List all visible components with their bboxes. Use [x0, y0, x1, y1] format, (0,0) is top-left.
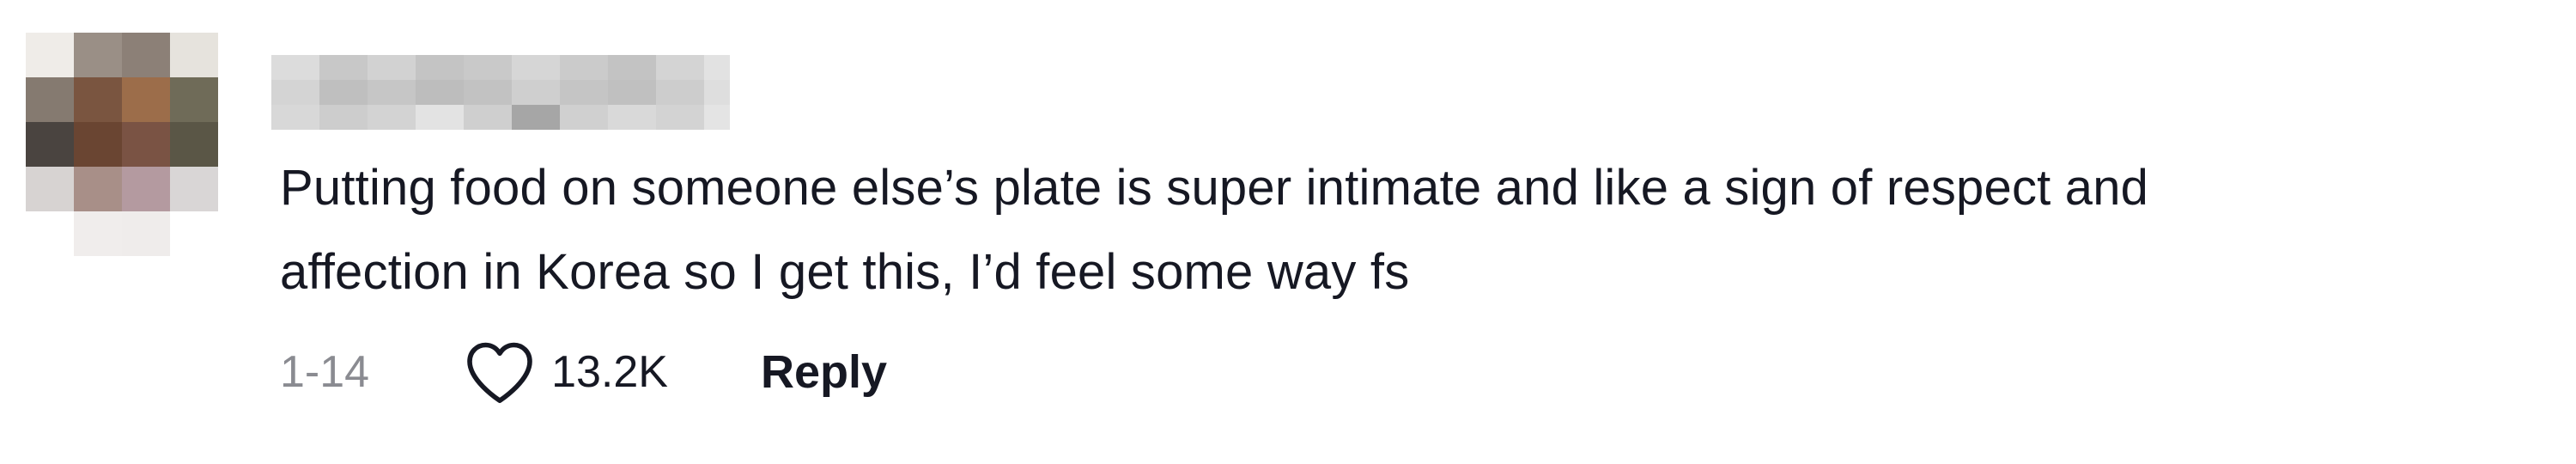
comment-text: Putting food on someone else’s plate is …	[280, 146, 2547, 314]
username-censored[interactable]	[271, 55, 730, 130]
comment-text-line-2: affection in Korea so I get this, I’d fe…	[280, 244, 1410, 300]
heart-outline-icon[interactable]	[464, 339, 536, 406]
avatar[interactable]	[26, 33, 218, 258]
like-count: 13.2K	[551, 347, 668, 397]
comment-meta-row: 1-14 13.2K Reply	[280, 342, 887, 404]
comment-item: Putting food on someone else’s plate is …	[0, 0, 2576, 464]
like-button[interactable]: 13.2K	[464, 339, 668, 406]
reply-button[interactable]: Reply	[761, 345, 887, 399]
comment-date: 1-14	[280, 347, 370, 397]
comment-text-line-1: Putting food on someone else’s plate is …	[280, 160, 2149, 216]
